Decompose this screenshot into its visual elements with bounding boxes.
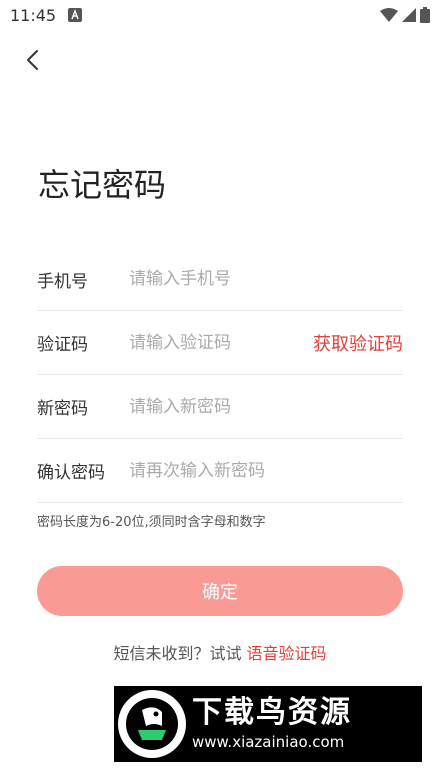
watermark-title: 下载鸟资源 [192,695,352,730]
password-hint: 密码长度为6-20位,须同时含字母和数字 [37,515,266,530]
signal-icon [402,8,416,22]
code-input[interactable] [129,332,313,353]
reset-password-form: 手机号 验证码 获取验证码 新密码 确认密码 [37,248,403,503]
confirm-password-label: 确认密码 [37,463,105,483]
status-bar: 11:45 [0,0,440,30]
code-label: 验证码 [37,335,88,355]
watermark-text: 下载鸟资源 www.xiazainiao.com [192,695,352,753]
code-row: 验证码 获取验证码 [37,311,403,375]
status-left: 11:45 [10,5,83,25]
back-button[interactable] [16,44,48,76]
battery-icon [420,7,430,23]
confirm-password-row: 确认密码 [37,439,403,503]
wifi-icon [380,8,398,22]
get-code-button[interactable]: 获取验证码 [313,330,403,356]
confirm-button[interactable]: 确定 [37,566,403,616]
phone-input[interactable] [129,269,403,289]
status-time: 11:45 [10,5,57,25]
watermark-url: www.xiazainiao.com [192,733,345,751]
new-password-label: 新密码 [37,399,88,419]
new-password-input[interactable] [129,396,403,417]
phone-row: 手机号 [37,248,403,311]
watermark-banner: 下载鸟资源 www.xiazainiao.com [114,686,422,762]
status-right [380,7,430,23]
voice-code-line: 短信未收到？试试 语音验证码 [0,640,440,664]
new-password-row: 新密码 [37,375,403,439]
confirm-password-input[interactable] [129,460,403,481]
chevron-left-icon [27,50,38,70]
voice-code-prefix: 短信未收到？试试 [113,644,247,663]
bird-logo-icon [118,690,186,758]
voice-code-link[interactable]: 语音验证码 [247,644,327,663]
page-title: 忘记密码 [38,166,167,204]
phone-label: 手机号 [37,271,88,292]
a-box-icon [68,8,83,22]
bird-icon [126,698,178,750]
